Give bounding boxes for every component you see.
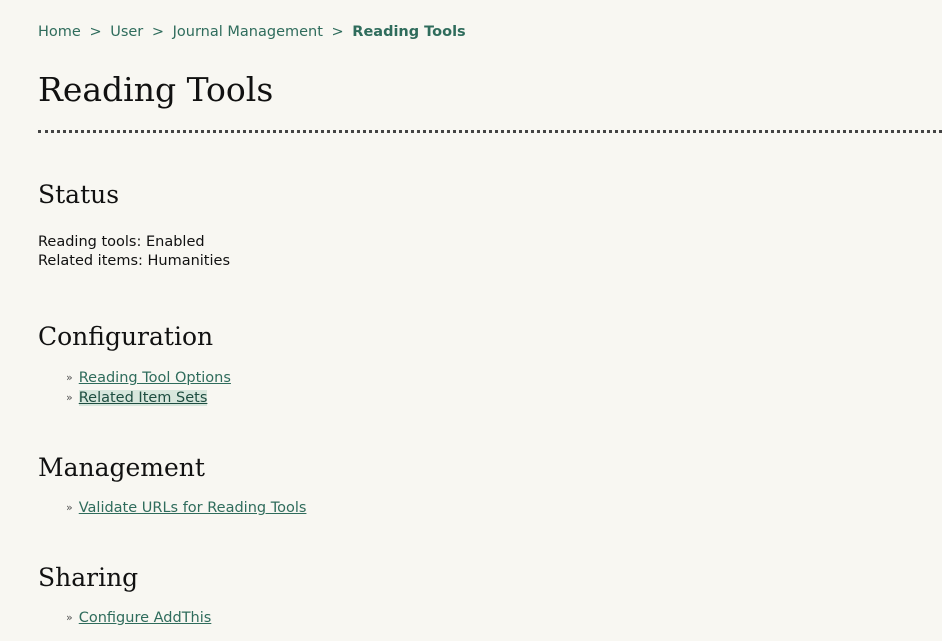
breadcrumb-home-link[interactable]: Home xyxy=(38,24,81,40)
related-item-sets-link[interactable]: Related Item Sets xyxy=(78,390,208,406)
list-item: » Validate URLs for Reading Tools xyxy=(66,498,306,518)
breadcrumb: Home > User > Journal Management > Readi… xyxy=(38,24,466,40)
configuration-heading: Configuration xyxy=(38,322,214,351)
bullet-icon: » xyxy=(66,611,73,624)
sharing-heading: Sharing xyxy=(38,563,139,592)
list-item: » Configure AddThis xyxy=(66,608,211,628)
breadcrumb-separator: > xyxy=(89,24,102,40)
reading-tool-options-link[interactable]: Reading Tool Options xyxy=(79,370,231,386)
status-block: Reading tools: Enabled Related items: Hu… xyxy=(38,233,230,271)
bullet-icon: » xyxy=(66,391,73,404)
breadcrumb-current-link[interactable]: Reading Tools xyxy=(352,24,465,40)
validate-urls-link[interactable]: Validate URLs for Reading Tools xyxy=(79,500,307,516)
bullet-icon: » xyxy=(66,501,73,514)
page: Home > User > Journal Management > Readi… xyxy=(0,0,942,641)
reading-tools-status: Reading tools: Enabled xyxy=(38,234,205,250)
sharing-link-list: » Configure AddThis xyxy=(66,608,211,628)
breadcrumb-separator: > xyxy=(331,24,344,40)
page-title: Reading Tools xyxy=(38,70,274,109)
management-link-list: » Validate URLs for Reading Tools xyxy=(66,498,306,518)
status-heading: Status xyxy=(38,180,120,209)
bullet-icon: » xyxy=(66,371,73,384)
list-item: » Related Item Sets xyxy=(66,388,231,408)
list-item: » Reading Tool Options xyxy=(66,368,231,388)
breadcrumb-user-link[interactable]: User xyxy=(110,24,143,40)
management-heading: Management xyxy=(38,453,205,482)
title-divider xyxy=(38,130,942,133)
configuration-link-list: » Reading Tool Options » Related Item Sets xyxy=(66,368,231,408)
related-items-status: Related items: Humanities xyxy=(38,253,230,269)
configure-addthis-link[interactable]: Configure AddThis xyxy=(79,610,212,626)
breadcrumb-separator: > xyxy=(151,24,165,40)
breadcrumb-journal-management-link[interactable]: Journal Management xyxy=(173,24,323,40)
